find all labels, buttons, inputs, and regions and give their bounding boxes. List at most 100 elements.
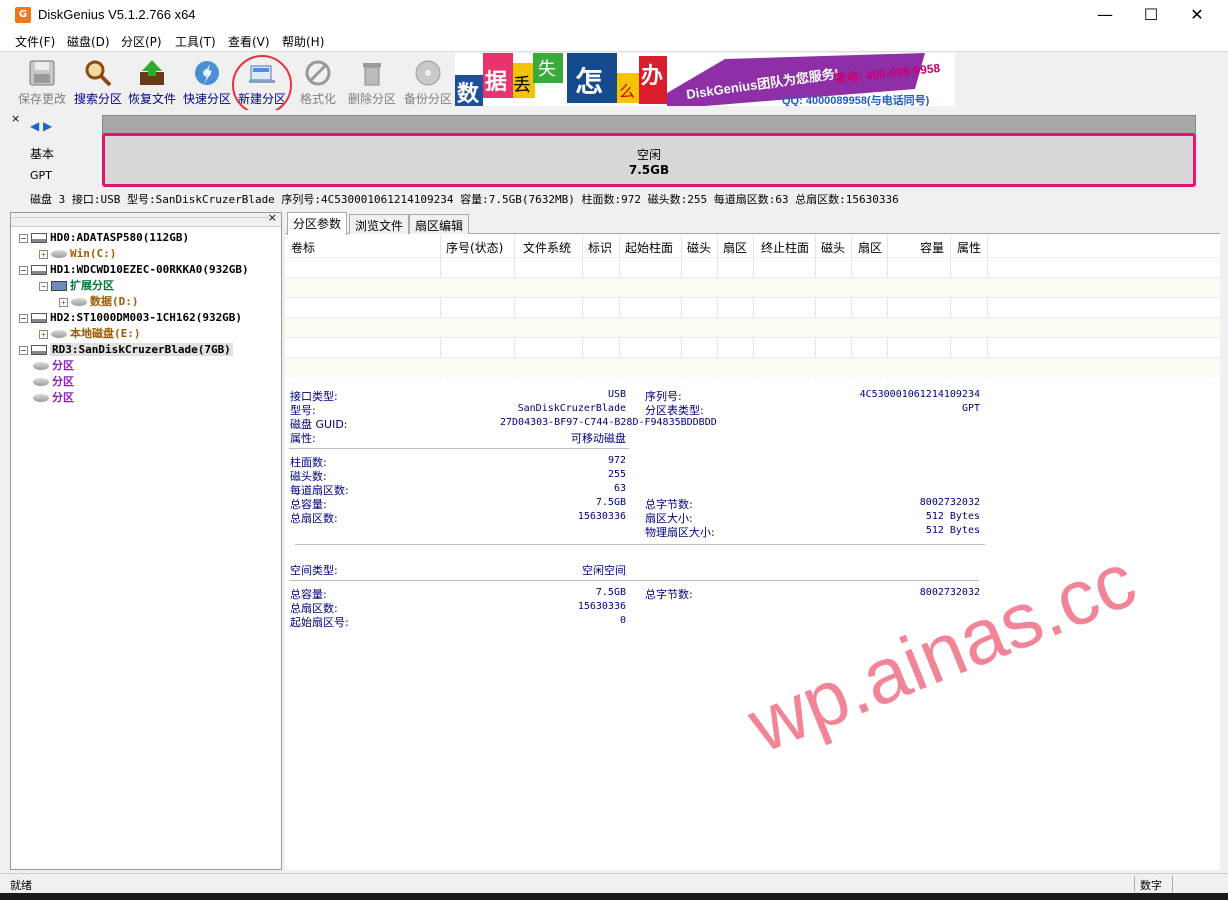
- col-attributes[interactable]: 属性: [957, 239, 981, 256]
- partition-icon: [51, 330, 67, 338]
- format-button[interactable]: 格式化: [290, 54, 346, 108]
- quick-partition-button[interactable]: 快速分区: [179, 54, 235, 108]
- free-space-block[interactable]: 空闲 7.5GB: [102, 133, 1196, 187]
- total-sectors-value: 15630336: [577, 511, 626, 522]
- svg-text:QQ: 4000089958(与电话同号): QQ: 4000089958(与电话同号): [782, 93, 930, 106]
- disk-info-line: 磁盘 3 接口:USB 型号:SanDiskCruzerBlade 序列号:4C…: [30, 193, 899, 206]
- numlock-indicator: 数字: [1140, 879, 1162, 892]
- col-start-cylinder[interactable]: 起始柱面: [625, 239, 673, 256]
- tree-disk-hd1[interactable]: − HD1:WDCWD10EZEC-00RKKA0(932GB): [19, 262, 249, 278]
- tree-partition-d[interactable]: + 数据(D:): [59, 294, 139, 310]
- cylinders-value: 972: [607, 455, 626, 466]
- free-space-label: 空闲: [636, 148, 661, 162]
- tree-partition-1[interactable]: 分区: [33, 358, 74, 374]
- recover-icon: [140, 60, 164, 85]
- free-space-size: 7.5GB: [628, 163, 670, 177]
- free-sectors-value: 15630336: [577, 601, 626, 612]
- attribute-value: 可移动磁盘: [571, 432, 626, 445]
- tab-partition-params[interactable]: 分区参数: [287, 212, 348, 235]
- col-sector[interactable]: 扇区: [723, 239, 747, 256]
- disk-icon: [31, 345, 47, 355]
- disk-icon: [31, 265, 47, 275]
- col-filesystem[interactable]: 文件系统: [523, 239, 571, 256]
- tree-disk-hd2[interactable]: − HD2:ST1000DM003-1CH162(932GB): [19, 310, 242, 326]
- partition-icon: [51, 250, 67, 258]
- free-capacity-value: 7.5GB: [595, 587, 626, 598]
- status-bar: 就绪 数字: [0, 873, 1228, 893]
- partition-icon: [33, 394, 49, 402]
- save-icon: [29, 60, 55, 86]
- col-index[interactable]: 序号(状态): [446, 239, 503, 256]
- svg-text:数: 数: [457, 81, 480, 106]
- app-icon: G: [15, 7, 31, 23]
- diskmap-close-icon[interactable]: ×: [11, 112, 20, 125]
- diskgenius-window: G DiskGenius V5.1.2.766 x64 — ☐ ✕ 文件(F) …: [0, 0, 1228, 900]
- menu-view[interactable]: 查看(V): [228, 33, 270, 50]
- tree-disk-hd0[interactable]: − HD0:ADATASP580(112GB): [19, 230, 189, 246]
- partition-table-type: GPT: [30, 169, 52, 182]
- physical-sector-size-value: 512 Bytes: [925, 525, 980, 536]
- menu-bar: 文件(F) 磁盘(D) 分区(P) 工具(T) 查看(V) 帮助(H): [0, 30, 1228, 51]
- backup-disc-icon: [415, 60, 441, 86]
- tree-partition-2[interactable]: 分区: [33, 374, 74, 390]
- disk-tree-panel: × − HD0:ADATASP580(112GB) + Win(C:) − HD1:W…: [10, 211, 282, 870]
- tree-partition-3[interactable]: 分区: [33, 390, 74, 406]
- disk-nav-arrows[interactable]: ◀ ▶: [30, 119, 52, 133]
- col-id[interactable]: 标识: [588, 239, 612, 256]
- partition-detail-panel: 分区参数 浏览文件 扇区编辑 卷标 序号(状态) 文件系统 标识 起始柱面 磁头…: [285, 212, 1220, 870]
- trash-icon: [363, 63, 381, 86]
- col-end-sector[interactable]: 扇区: [858, 239, 882, 256]
- close-button[interactable]: ✕: [1174, 0, 1220, 30]
- magnifier-icon: [85, 60, 112, 87]
- recover-files-button[interactable]: 恢复文件: [124, 54, 180, 108]
- guid-value: 27D04303-BF97-C744-B28D-F94835BDDBDD: [500, 417, 717, 428]
- tab-sector-edit[interactable]: 扇区编辑: [409, 214, 470, 234]
- tree-header: ×: [11, 211, 281, 227]
- delete-partition-button[interactable]: 删除分区: [344, 54, 400, 108]
- partition-icon: [33, 362, 49, 370]
- tree-partition-e[interactable]: + 本地磁盘(E:): [39, 326, 141, 342]
- tree-close-icon[interactable]: ×: [268, 211, 277, 224]
- col-capacity[interactable]: 容量: [920, 239, 944, 256]
- tree-partition-c[interactable]: + Win(C:): [39, 246, 116, 262]
- svg-text:么: 么: [619, 82, 635, 101]
- menu-help[interactable]: 帮助(H): [282, 33, 324, 50]
- svg-text:据: 据: [485, 70, 507, 95]
- highlight-circle: [232, 55, 292, 115]
- maximize-button[interactable]: ☐: [1128, 0, 1174, 30]
- menu-disk[interactable]: 磁盘(D): [67, 33, 110, 50]
- tree-disk-rd3[interactable]: − RD3:SanDiskCruzerBlade(7GB): [19, 342, 233, 358]
- svg-text:办: 办: [641, 64, 663, 89]
- partition-table-grid: 卷标 序号(状态) 文件系统 标识 起始柱面 磁头 扇区 终止柱面 磁头 扇区 …: [285, 235, 1220, 379]
- col-volume-label[interactable]: 卷标: [291, 239, 315, 256]
- window-title: DiskGenius V5.1.2.766 x64: [38, 7, 196, 22]
- model-value: SanDiskCruzerBlade: [517, 403, 626, 414]
- menu-tools[interactable]: 工具(T): [175, 33, 216, 50]
- sector-size-value: 512 Bytes: [925, 511, 980, 522]
- col-end-head[interactable]: 磁头: [821, 239, 845, 256]
- save-changes-button[interactable]: 保存更改: [14, 54, 70, 108]
- heads-value: 255: [607, 469, 626, 480]
- svg-text:失: 失: [538, 59, 556, 80]
- disk-kind: 基本: [30, 147, 55, 161]
- menu-partition[interactable]: 分区(P): [121, 33, 162, 50]
- partition-table-value: GPT: [961, 403, 980, 414]
- disk-icon: [31, 313, 47, 323]
- tree-extended-partition[interactable]: − 扩展分区: [39, 278, 114, 294]
- col-end-cylinder[interactable]: 终止柱面: [761, 239, 809, 256]
- search-partition-button[interactable]: 搜索分区: [70, 54, 126, 108]
- status-text: 就绪: [10, 879, 32, 892]
- svg-text:丢: 丢: [513, 75, 531, 96]
- col-head[interactable]: 磁头: [687, 239, 711, 256]
- menu-file[interactable]: 文件(F): [15, 33, 55, 50]
- total-bytes-value: 8002732032: [919, 497, 980, 508]
- minimize-button[interactable]: —: [1082, 0, 1128, 30]
- tab-browse-files[interactable]: 浏览文件: [349, 214, 410, 234]
- promo-banner[interactable]: 数 据 丢 失 怎 么 办 DiskGenius团队为您服务! 致电: 400-…: [455, 53, 955, 106]
- svg-text:怎: 怎: [575, 65, 603, 98]
- backup-partition-button[interactable]: 备份分区: [400, 54, 456, 108]
- title-bar: G DiskGenius V5.1.2.766 x64 — ☐ ✕: [0, 0, 1228, 30]
- promo-banner-graphic: 数 据 丢 失 怎 么 办 DiskGenius团队为您服务! 致电: 400-…: [455, 53, 941, 106]
- tab-bar: 分区参数 浏览文件 扇区编辑: [285, 212, 1220, 235]
- disk-icon: [31, 233, 47, 243]
